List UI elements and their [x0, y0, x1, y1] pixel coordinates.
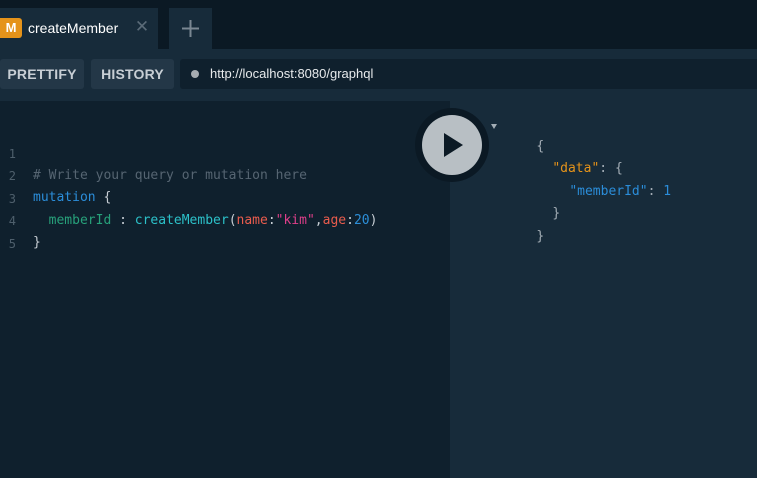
editor-line: 2 mutation {	[0, 143, 112, 205]
execute-query-button-ring	[415, 108, 489, 182]
endpoint-url-input[interactable]: http://localhost:8080/graphql	[180, 59, 757, 89]
code-colon: :	[267, 213, 276, 228]
play-icon	[444, 133, 463, 157]
json-key-member-id: "memberId"	[569, 184, 648, 199]
editor-line: 5	[0, 211, 31, 251]
code-brace: {	[103, 190, 112, 205]
editor-line: 3 memberId : createMember(name:"kim",age…	[0, 166, 378, 228]
execute-query-button[interactable]	[422, 115, 482, 175]
code-arg-name: age	[322, 213, 347, 228]
line-number: 5	[8, 237, 16, 251]
json-brace: }	[552, 206, 561, 221]
connection-status-icon	[191, 70, 199, 78]
fold-arrow-icon[interactable]	[491, 124, 497, 129]
add-tab-button[interactable]	[169, 8, 212, 49]
tab-create-member[interactable]: M createMember ✕	[0, 8, 158, 49]
code-mutation-call: createMember	[134, 213, 229, 228]
result-pane: { "data": { "memberId": 1 } }	[450, 101, 757, 478]
json-brace: }	[536, 229, 545, 244]
code-paren: (	[228, 213, 237, 228]
code-colon: :	[346, 213, 354, 228]
editor-line: 1 # Write your query or mutation here	[0, 121, 307, 183]
query-editor[interactable]: 1 # Write your query or mutation here 2 …	[0, 101, 450, 478]
result-line: "memberId": 1	[538, 159, 671, 199]
code-field-alias: memberId	[48, 213, 112, 228]
result-line: {	[505, 114, 544, 154]
result-line: }	[521, 181, 560, 221]
code-keyword: mutation	[33, 190, 96, 205]
code-comment: # Write your query or mutation here	[33, 168, 307, 183]
tab-operation-badge: M	[0, 18, 22, 38]
plus-icon	[182, 20, 199, 37]
code-arg-name: name	[236, 213, 268, 228]
code-colon: :	[119, 213, 127, 228]
json-value-member-id: 1	[663, 184, 672, 199]
tab-bar: M createMember ✕	[0, 0, 757, 49]
close-icon[interactable]: ✕	[134, 17, 150, 37]
json-colon: :	[647, 184, 656, 199]
history-button[interactable]: HISTORY	[91, 59, 174, 89]
code-arg-value: 20	[353, 213, 370, 228]
toolbar: PRETTIFY HISTORY http://localhost:8080/g…	[0, 49, 757, 101]
code-paren: )	[369, 213, 378, 228]
code-comma: ,	[314, 213, 323, 228]
code-brace: }	[33, 235, 41, 250]
endpoint-url-text: http://localhost:8080/graphql	[210, 66, 374, 81]
code-arg-value: "kim"	[275, 213, 315, 228]
result-line: "data": {	[521, 136, 622, 176]
editor-line: 4 }	[0, 188, 41, 250]
tab-title: createMember	[28, 20, 119, 36]
result-line: }	[505, 204, 544, 244]
prettify-button[interactable]: PRETTIFY	[0, 59, 84, 89]
